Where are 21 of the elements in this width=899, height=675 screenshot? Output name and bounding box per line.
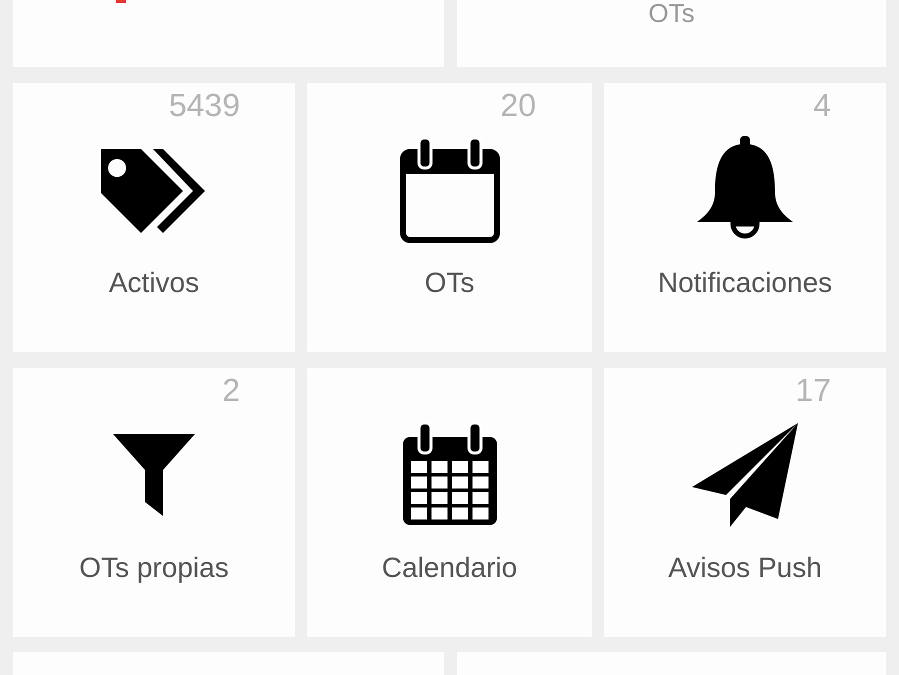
menu-tile[interactable]: Calendario (307, 368, 592, 637)
count-label: 4 (813, 87, 831, 123)
menu-tile[interactable]: 20 OTs (307, 83, 592, 352)
filter-icon (111, 432, 197, 518)
menu-tile[interactable]: 4 Notificaciones (604, 83, 886, 352)
tile-label: Avisos Push (668, 552, 822, 584)
count-label: 2 (222, 372, 240, 408)
card[interactable] (13, 0, 444, 67)
tile-label: OTs (424, 267, 474, 299)
tile-label: Activos (108, 267, 200, 299)
menu-tile[interactable]: 5439 Activos (13, 83, 295, 352)
count-label: 20 (500, 87, 536, 123)
tile-label: OTs propias (79, 552, 229, 584)
count-label: 17 (795, 372, 831, 408)
menu-tile[interactable]: 2 OTs propias (13, 368, 295, 637)
menu-tile[interactable]: 17 Avisos Push (604, 368, 886, 637)
paper-plane-icon (690, 421, 800, 529)
tile-label: Notificaciones (658, 267, 832, 299)
card-label: OTs (648, 0, 695, 28)
tile-label: Calendario (382, 552, 518, 584)
count-label: 5439 (168, 87, 240, 123)
